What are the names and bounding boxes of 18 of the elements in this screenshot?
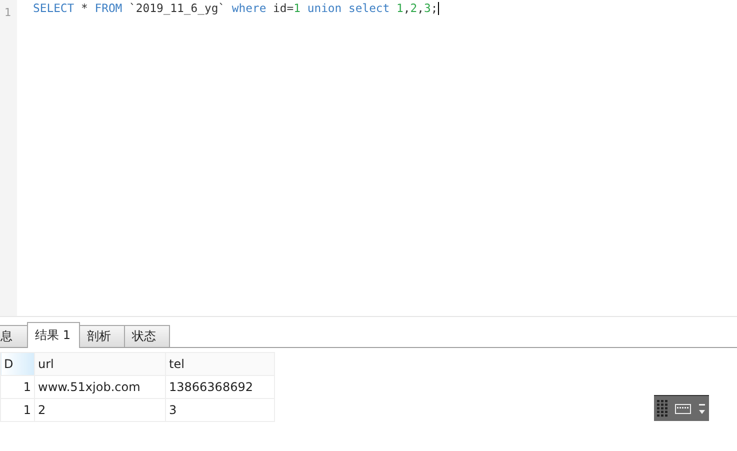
column-header[interactable]: url xyxy=(34,352,166,376)
grid-icon xyxy=(657,400,670,418)
table-cell: 13866368692 xyxy=(166,376,274,398)
line-number: 1 xyxy=(4,6,12,19)
result-tab[interactable]: 状态 xyxy=(124,325,170,347)
minimize-icon[interactable] xyxy=(698,402,706,416)
column-header[interactable]: tel xyxy=(166,352,274,376)
result-tab[interactable]: 息 xyxy=(0,325,28,347)
result-tab[interactable]: 剖析 xyxy=(79,325,125,347)
table-cell: 1 xyxy=(0,376,34,398)
sql-query: SELECT * FROM `2019_11_6_yg` where id=1 union select 1,2,3; xyxy=(33,1,439,15)
keyboard-icon xyxy=(675,404,692,414)
table-cell: 1 xyxy=(0,398,34,422)
column-header[interactable]: D xyxy=(0,352,34,376)
table-cell: 2 xyxy=(34,398,166,422)
table-cell: www.51xjob.com xyxy=(34,376,166,398)
result-tab[interactable]: 结果 1 xyxy=(27,322,80,348)
table-cell: 3 xyxy=(166,398,274,422)
